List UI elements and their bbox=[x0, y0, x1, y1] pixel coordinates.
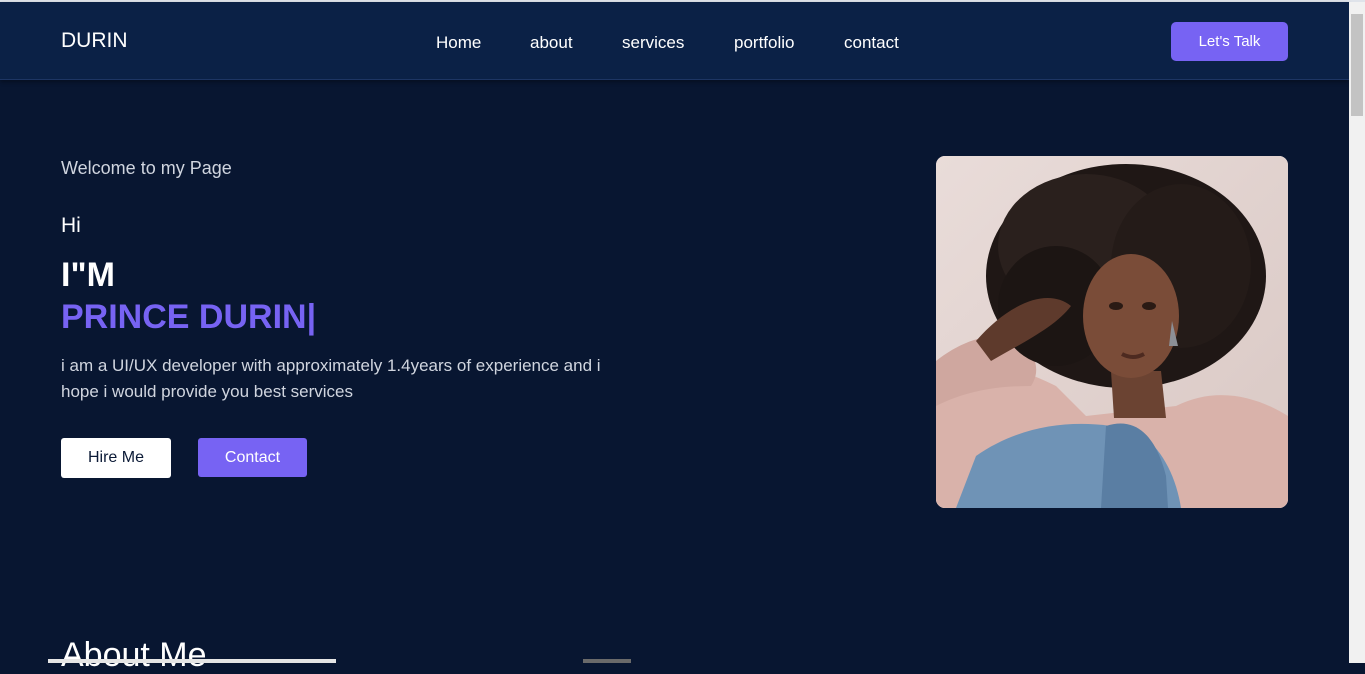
greeting-text: Hi bbox=[61, 214, 81, 237]
contact-button[interactable]: Contact bbox=[198, 438, 307, 477]
name-heading: PRINCE DURIN| bbox=[61, 298, 317, 336]
navbar: DURIN Home about services portfolio cont… bbox=[0, 2, 1349, 80]
profile-photo-illustration bbox=[936, 156, 1288, 508]
lets-talk-button[interactable]: Let's Talk bbox=[1171, 22, 1288, 61]
vertical-scrollbar[interactable] bbox=[1349, 2, 1365, 663]
nav-link-services[interactable]: services bbox=[622, 33, 684, 53]
nav-link-portfolio[interactable]: portfolio bbox=[734, 33, 794, 53]
hero-description: i am a UI/UX developer with approximatel… bbox=[61, 356, 601, 401]
im-heading: I"M bbox=[61, 256, 115, 294]
profile-photo bbox=[936, 156, 1288, 508]
about-heading: About Me bbox=[61, 636, 207, 674]
brand-logo[interactable]: DURIN bbox=[61, 29, 128, 53]
nav-link-contact[interactable]: contact bbox=[844, 33, 899, 53]
nav-link-home[interactable]: Home bbox=[436, 33, 481, 53]
scrollbar-thumb[interactable] bbox=[1351, 14, 1363, 116]
nav-link-about[interactable]: about bbox=[530, 33, 573, 53]
bottom-bar-segment bbox=[48, 659, 336, 663]
welcome-text: Welcome to my Page bbox=[61, 158, 232, 178]
hire-me-button[interactable]: Hire Me bbox=[61, 438, 171, 478]
bottom-bar-marker bbox=[583, 659, 631, 663]
